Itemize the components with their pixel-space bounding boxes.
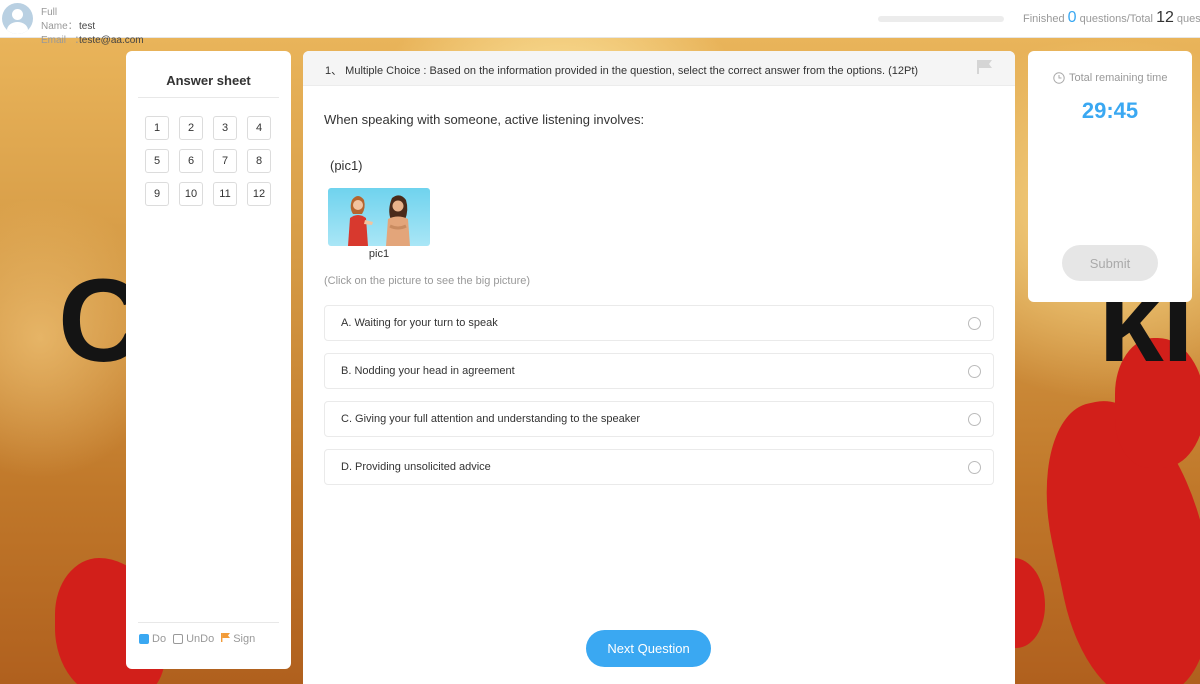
question-number-button[interactable]: 10 xyxy=(179,182,203,206)
picture-hint: (Click on the picture to see the big pic… xyxy=(324,275,531,287)
flag-icon xyxy=(221,633,231,645)
timer-label-text: Total remaining time xyxy=(1069,72,1168,84)
user-avatar-icon xyxy=(2,3,33,34)
legend-do-label: Do xyxy=(152,633,167,645)
question-number-grid: 1 2 3 4 5 6 7 8 9 10 11 12 xyxy=(145,116,275,206)
radio-button[interactable] xyxy=(968,365,981,378)
option-text: C. Giving your full attention and unders… xyxy=(341,413,641,425)
total-count: 12 xyxy=(1156,9,1174,26)
finished-label: Finished xyxy=(1023,13,1065,25)
questions-total-label: questions/Total xyxy=(1079,13,1153,25)
legend-sign-label: Sign xyxy=(233,633,256,645)
timer-panel: Total remaining time 29:45 Submit xyxy=(1028,51,1192,302)
radio-button[interactable] xyxy=(968,317,981,330)
divider xyxy=(138,622,279,623)
question-number-button[interactable]: 4 xyxy=(247,116,271,140)
finished-count: 0 xyxy=(1067,9,1077,26)
email-value: teste@aa.com xyxy=(79,35,144,46)
radio-button[interactable] xyxy=(968,461,981,474)
total-suffix: quest xyxy=(1176,13,1200,25)
option-c[interactable]: C. Giving your full attention and unders… xyxy=(324,401,994,437)
question-type-text: 1、 Multiple Choice : Based on the inform… xyxy=(325,65,919,77)
user-info: Full Name：test Email ：teste@aa.com xyxy=(41,6,144,48)
question-stem: When speaking with someone, active liste… xyxy=(324,112,645,127)
option-d[interactable]: D. Providing unsolicited advice xyxy=(324,449,994,485)
answer-sheet-panel: Answer sheet 1 2 3 4 5 6 7 8 9 10 11 12 … xyxy=(126,51,291,669)
question-number-button[interactable]: 11 xyxy=(213,182,237,206)
divider xyxy=(138,97,279,98)
answer-legend: Do UnDo Sign xyxy=(139,633,255,645)
answer-sheet-title: Answer sheet xyxy=(166,73,251,88)
timer-label: Total remaining time xyxy=(1053,72,1167,84)
question-header: 1、 Multiple Choice : Based on the inform… xyxy=(303,51,1015,86)
question-number-button[interactable]: 3 xyxy=(213,116,237,140)
flag-icon[interactable] xyxy=(977,60,992,79)
question-number-button[interactable]: 8 xyxy=(247,149,271,173)
clock-icon xyxy=(1053,72,1065,84)
picture-caption: pic1 xyxy=(368,248,390,260)
undone-square-icon xyxy=(173,634,184,644)
radio-button[interactable] xyxy=(968,413,981,426)
picture-label: (pic1) xyxy=(330,158,363,173)
submit-button[interactable]: Submit xyxy=(1062,245,1158,281)
full-name-label: Full Name： xyxy=(41,7,78,32)
question-number-button[interactable]: 7 xyxy=(213,149,237,173)
full-name-value: test xyxy=(79,21,96,32)
question-picture[interactable] xyxy=(328,188,430,246)
progress-bar xyxy=(878,16,1004,22)
question-number-button[interactable]: 1 xyxy=(145,116,169,140)
next-question-button[interactable]: Next Question xyxy=(586,630,711,667)
done-square-icon xyxy=(139,634,149,644)
question-number-button[interactable]: 5 xyxy=(145,149,169,173)
option-text: A. Waiting for your turn to speak xyxy=(341,317,498,329)
question-number-button[interactable]: 12 xyxy=(247,182,271,206)
option-b[interactable]: B. Nodding your head in agreement xyxy=(324,353,994,389)
top-bar: Full Name：test Email ：teste@aa.com Finis… xyxy=(0,0,1200,46)
question-number-button[interactable]: 9 xyxy=(145,182,169,206)
timer-value: 29:45 xyxy=(1081,98,1139,123)
question-panel: 1、 Multiple Choice : Based on the inform… xyxy=(303,51,1015,684)
email-label: Email ： xyxy=(41,35,85,46)
question-number-button[interactable]: 6 xyxy=(179,149,203,173)
progress-counter: Finished 0 questions/Total 12 quest xyxy=(1023,9,1200,27)
option-a[interactable]: A. Waiting for your turn to speak xyxy=(324,305,994,341)
option-text: D. Providing unsolicited advice xyxy=(341,461,491,473)
option-text: B. Nodding your head in agreement xyxy=(341,365,515,377)
legend-undo-label: UnDo xyxy=(186,633,215,645)
question-number-button[interactable]: 2 xyxy=(179,116,203,140)
